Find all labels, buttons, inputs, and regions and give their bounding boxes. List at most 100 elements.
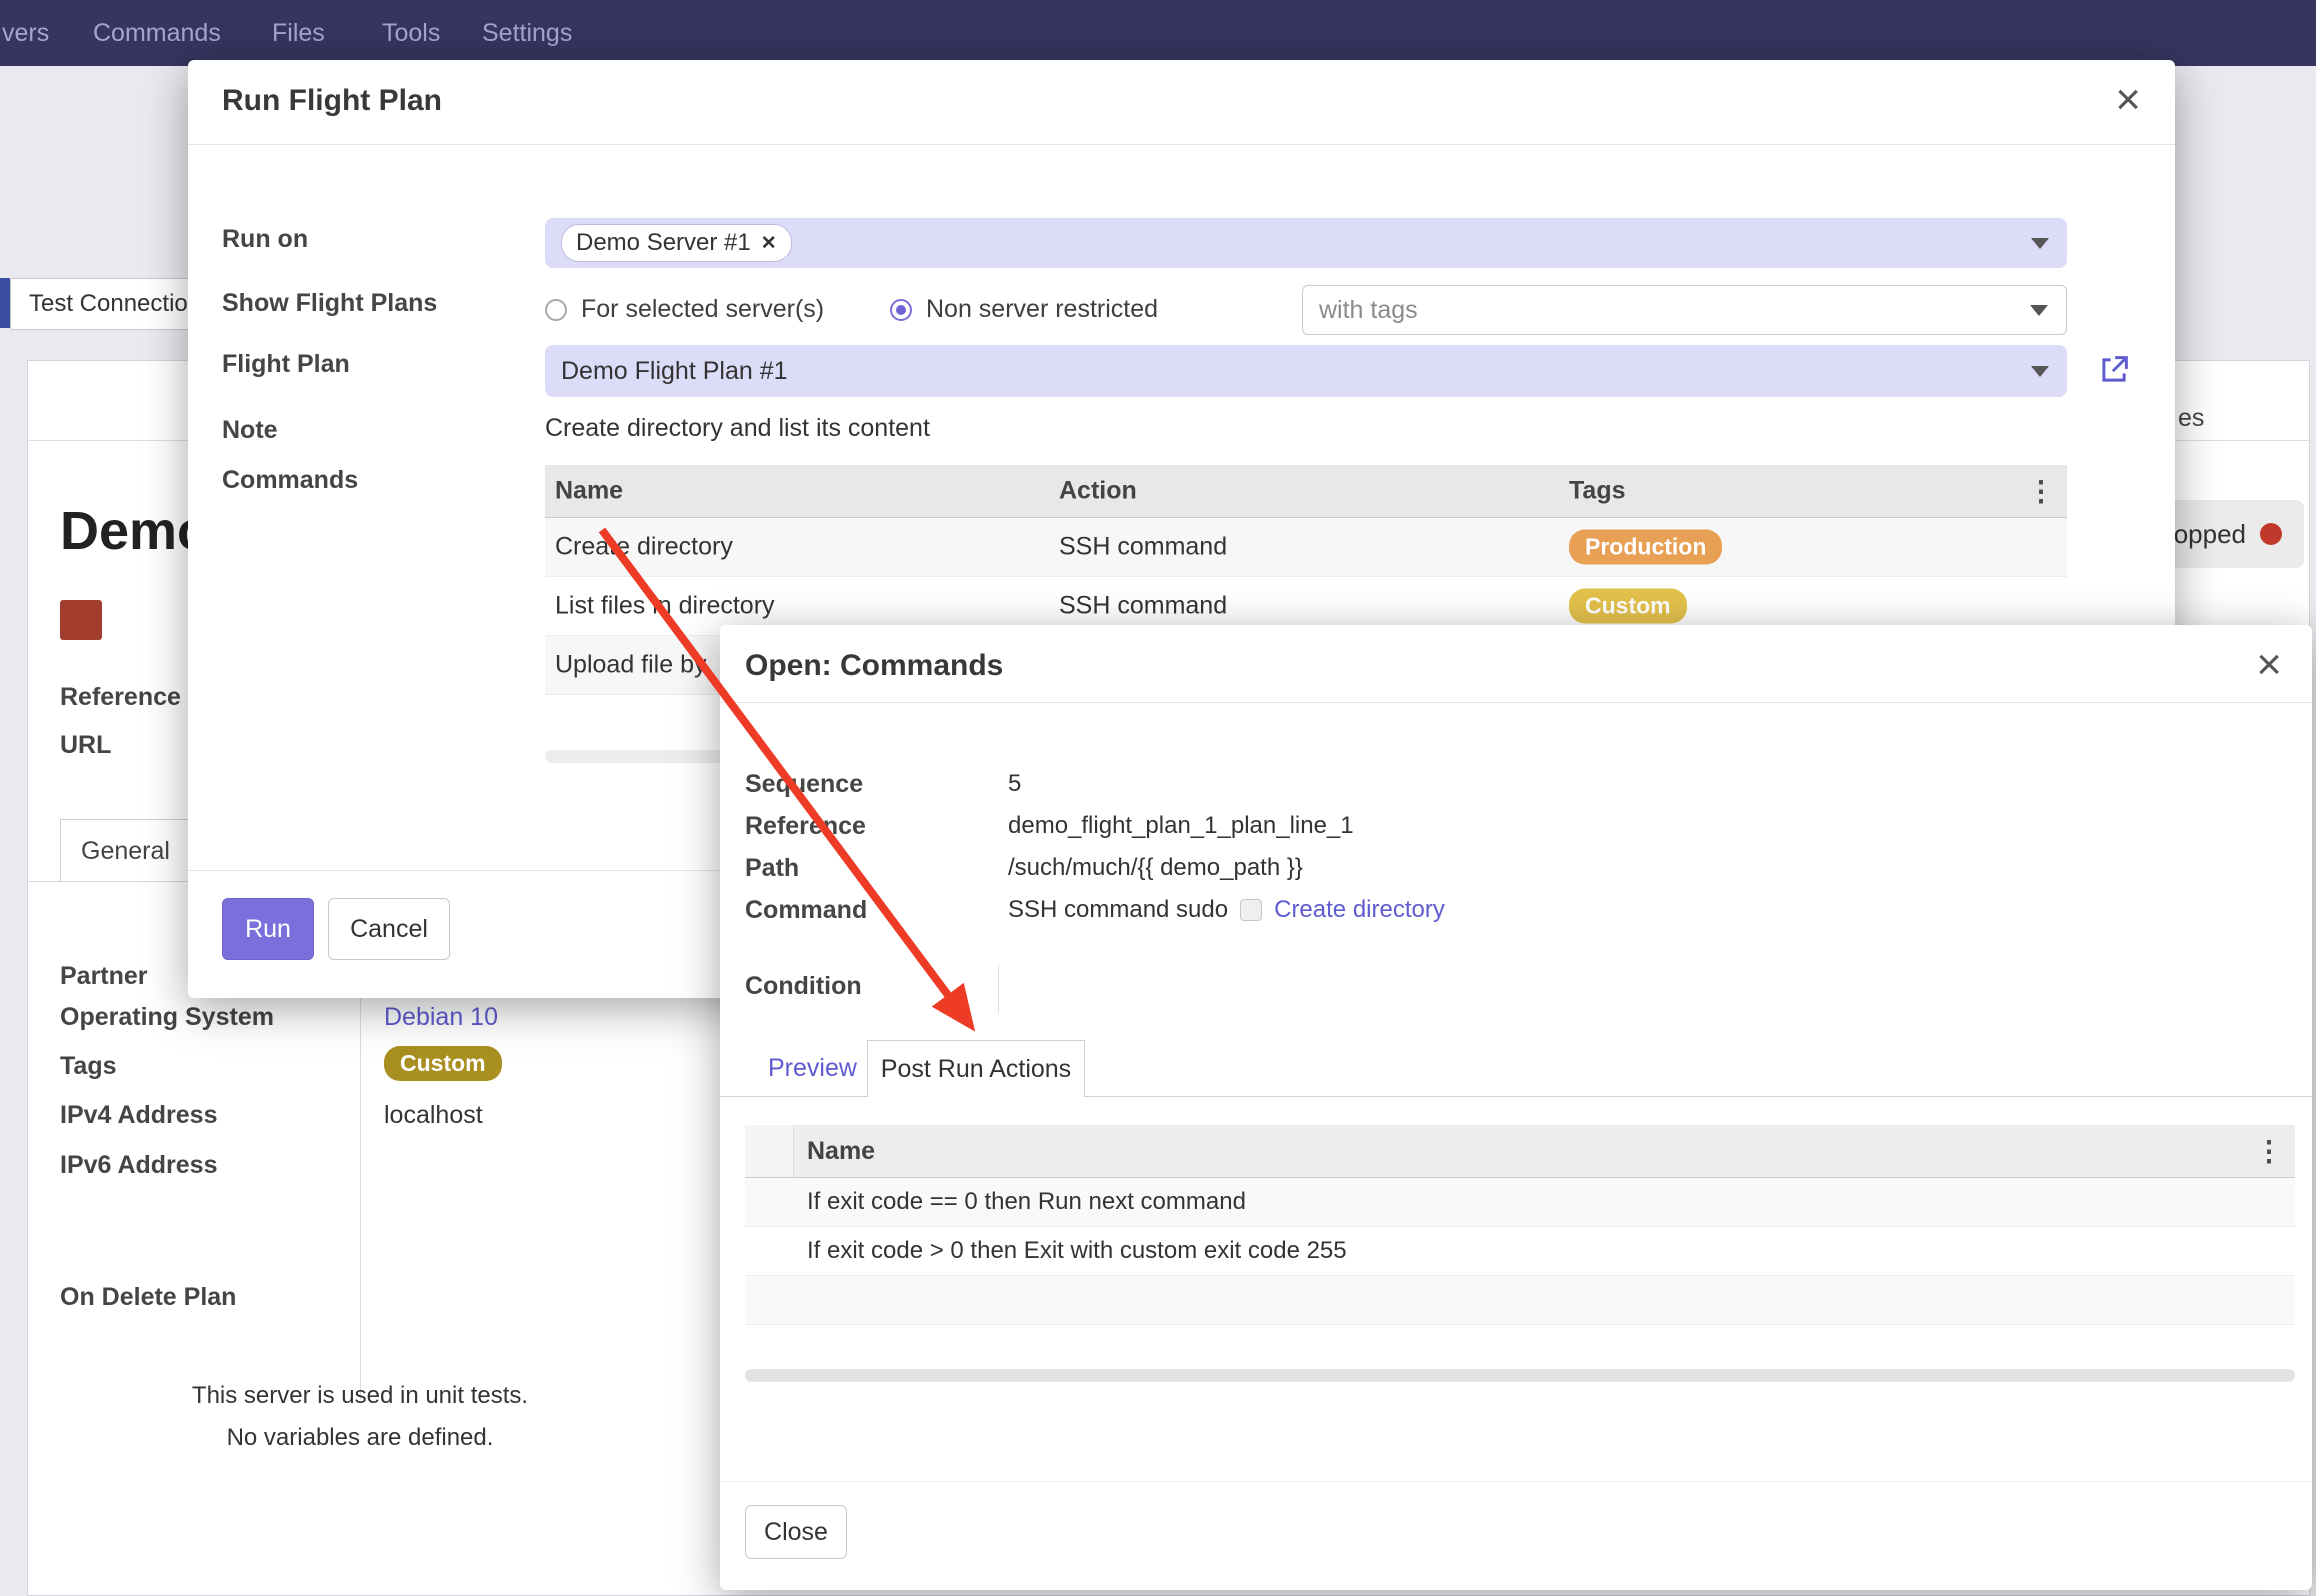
server-filter-row: For selected server(s) Non server restri…	[545, 285, 2067, 335]
cell-action: SSH command	[1059, 533, 1227, 562]
field-column-divider	[360, 955, 361, 1400]
sequence-value: 5	[1008, 770, 1021, 798]
header-action[interactable]: Action	[1059, 477, 1137, 506]
header-name[interactable]: Name	[807, 1125, 875, 1177]
url-label: URL	[60, 731, 111, 760]
production-badge: Production	[1569, 530, 1722, 565]
external-link-icon[interactable]	[2096, 352, 2132, 388]
flight-plan-description: Create directory and list its content	[545, 414, 930, 443]
sequence-row: Sequence 5	[745, 770, 1021, 799]
os-label: Operating System	[60, 1003, 274, 1032]
commands-table-header: Name Action Tags ⋮	[545, 465, 2067, 518]
create-directory-link[interactable]: Create directory	[1274, 896, 1445, 924]
modal-header-divider	[720, 702, 2312, 703]
radio-non-server-restricted[interactable]	[890, 299, 912, 321]
path-label: Path	[745, 854, 1008, 883]
nav-item-servers-partial[interactable]: vers	[2, 19, 49, 48]
modal-header-divider	[188, 144, 2175, 145]
sudo-checkbox[interactable]	[1240, 899, 1262, 921]
reference-label: Reference	[60, 683, 181, 712]
nav-item-commands[interactable]: Commands	[93, 19, 221, 48]
sequence-label: Sequence	[745, 770, 1008, 799]
path-row: Path /such/much/{{ demo_path }}	[745, 854, 1303, 883]
chevron-down-icon[interactable]	[2030, 305, 2048, 316]
cell-name: Create directory	[555, 533, 733, 562]
with-tags-placeholder: with tags	[1319, 296, 1418, 325]
reference-row: Reference demo_flight_plan_1_plan_line_1	[745, 812, 1354, 841]
server-chip-label: Demo Server #1	[576, 229, 751, 257]
condition-row: Condition	[745, 972, 1008, 1001]
cancel-button[interactable]: Cancel	[328, 898, 450, 960]
nav-item-files[interactable]: Files	[272, 19, 325, 48]
command-text: SSH command sudo	[1008, 896, 1228, 924]
horizontal-scrollbar[interactable]	[745, 1369, 2295, 1382]
action-rule: If exit code > 0 then Exit with custom e…	[807, 1237, 1347, 1265]
with-tags-select[interactable]: with tags	[1302, 285, 2067, 335]
table-header: Name ⋮	[745, 1125, 2295, 1178]
table-row[interactable]: If exit code == 0 then Run next command	[745, 1178, 2295, 1227]
table-row-empty	[745, 1276, 2295, 1325]
modal-title: Open: Commands	[745, 649, 1003, 683]
tab-post-run-actions[interactable]: Post Run Actions	[867, 1040, 1085, 1097]
tags-label: Tags	[60, 1052, 117, 1081]
on-delete-plan-label: On Delete Plan	[60, 1283, 236, 1312]
tab-preview[interactable]: Preview	[768, 1040, 857, 1096]
kebab-menu-icon[interactable]: ⋮	[2255, 1135, 2283, 1168]
open-commands-modal: Open: Commands × Sequence 5 Reference de…	[720, 625, 2312, 1590]
nav-item-settings[interactable]: Settings	[482, 19, 572, 48]
partner-label: Partner	[60, 962, 148, 991]
close-button[interactable]: Close	[745, 1505, 847, 1559]
post-run-actions-table: Name ⋮ If exit code == 0 then Run next c…	[745, 1125, 2295, 1325]
cell-action: SSH command	[1059, 592, 1227, 621]
note-label: Note	[222, 416, 278, 445]
ipv4-value: localhost	[384, 1101, 483, 1130]
custom-badge: Custom	[1569, 589, 1687, 624]
show-flight-plans-label: Show Flight Plans	[222, 289, 437, 318]
header-tags[interactable]: Tags	[1569, 477, 1626, 506]
command-label: Command	[745, 896, 1008, 925]
condition-label: Condition	[745, 972, 1008, 1001]
command-value: SSH command sudo Create directory	[1008, 896, 1445, 924]
path-value: /such/much/{{ demo_path }}	[1008, 854, 1303, 882]
table-row[interactable]: Create directory SSH command Production	[545, 518, 2067, 577]
partial-primary-button[interactable]	[0, 278, 10, 328]
os-value-link[interactable]: Debian 10	[384, 1003, 498, 1032]
chevron-down-icon[interactable]	[2031, 238, 2049, 249]
flight-plan-label: Flight Plan	[222, 350, 350, 379]
ipv4-label: IPv4 Address	[60, 1101, 217, 1130]
commands-label: Commands	[222, 466, 358, 495]
modal-footer-divider	[720, 1481, 2312, 1482]
radio-selected-servers[interactable]	[545, 299, 567, 321]
row-handle-column	[745, 1125, 794, 1177]
close-icon[interactable]: ×	[2115, 78, 2141, 122]
radio-selected-servers-label[interactable]: For selected server(s)	[581, 295, 824, 324]
chip-remove-icon[interactable]: ✕	[761, 232, 777, 255]
close-icon[interactable]: ×	[2256, 643, 2282, 687]
server-chip[interactable]: Demo Server #1 ✕	[561, 224, 792, 262]
screen: vers Commands Files Tools Settings Test …	[0, 0, 2316, 1596]
nav-item-tools[interactable]: Tools	[382, 19, 440, 48]
reference-label: Reference	[745, 812, 1008, 841]
run-button[interactable]: Run	[222, 898, 314, 960]
unit-test-note-line1: This server is used in unit tests.	[100, 1382, 620, 1410]
notebook-tabs: Preview Post Run Actions	[720, 1040, 2312, 1097]
run-on-field[interactable]: Demo Server #1 ✕	[545, 218, 2067, 268]
run-on-label: Run on	[222, 225, 308, 254]
cut-text-fragment: es	[2178, 404, 2204, 433]
chevron-down-icon[interactable]	[2031, 366, 2049, 377]
radio-non-server-restricted-label[interactable]: Non server restricted	[926, 295, 1158, 324]
command-row: Command SSH command sudo Create director…	[745, 896, 1445, 925]
flight-plan-value: Demo Flight Plan #1	[561, 357, 788, 386]
tags-custom-badge[interactable]: Custom	[384, 1046, 502, 1081]
flight-plan-select[interactable]: Demo Flight Plan #1	[545, 345, 2067, 397]
status-dot-icon	[2260, 523, 2282, 545]
top-navbar: vers Commands Files Tools Settings	[0, 0, 2316, 66]
kebab-menu-icon[interactable]: ⋮	[2027, 475, 2055, 508]
cell-name: List files in directory	[555, 592, 775, 621]
table-row[interactable]: If exit code > 0 then Exit with custom e…	[745, 1227, 2295, 1276]
ipv6-label: IPv6 Address	[60, 1151, 217, 1180]
reference-value: demo_flight_plan_1_plan_line_1	[1008, 812, 1354, 840]
header-name[interactable]: Name	[555, 477, 623, 506]
action-rule: If exit code == 0 then Run next command	[807, 1188, 1246, 1216]
color-swatch[interactable]	[60, 600, 102, 640]
